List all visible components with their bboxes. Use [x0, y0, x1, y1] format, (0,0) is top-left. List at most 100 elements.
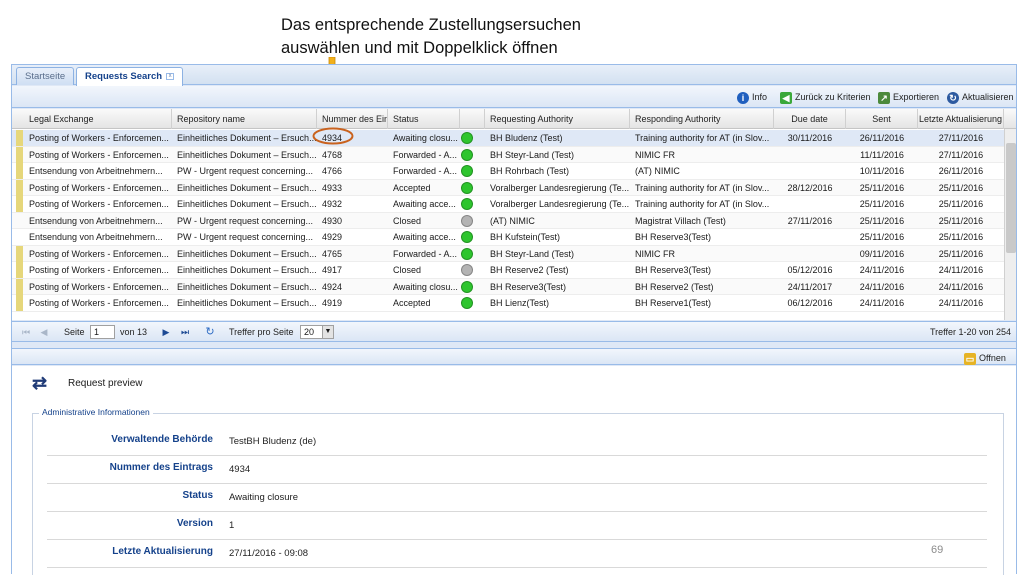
cell-sent: 25/11/2016	[859, 199, 905, 209]
cell-legal-exchange: Posting of Workers - Enforcemen...	[29, 133, 169, 143]
cell-legal-exchange: Entsendung von Arbeitnehmern...	[29, 166, 163, 176]
cell-requesting-authority: BH Reserve2 (Test)	[490, 265, 569, 275]
field-value: 1	[229, 520, 235, 531]
cell-entry-number: 4932	[322, 199, 343, 209]
callout-line-1: Das entsprechende Zustellungsersuchen	[281, 16, 581, 34]
cell-repository-name: Einheitliches Dokument – Ersuch...	[177, 265, 317, 275]
previous-page-icon[interactable]: ◀	[38, 326, 50, 338]
cell-status: Forwarded - A...	[393, 166, 458, 176]
cell-sent: 25/11/2016	[859, 182, 905, 193]
grid-vertical-scrollbar[interactable]	[1004, 129, 1016, 320]
table-row[interactable]: Posting of Workers - Enforcemen... Einhei…	[12, 146, 1004, 163]
exchange-arrows-icon: ⇄	[32, 373, 48, 393]
cell-due-date	[774, 163, 846, 179]
chevron-down-icon[interactable]: ▼	[322, 326, 333, 338]
cell-entry-number: 4768	[322, 149, 343, 160]
table-row[interactable]: Entsendung von Arbeitnehmern... PW - Urge…	[12, 212, 1004, 229]
cell-entry-number: 4929	[322, 232, 343, 242]
cell-sent: 10/11/2016	[859, 166, 905, 176]
first-page-icon[interactable]: ⏮	[20, 326, 32, 338]
back-to-criteria-button[interactable]: ◀ Zurück zu Kriterien	[780, 90, 871, 104]
tab-requests-search[interactable]: Requests Search x	[76, 67, 184, 86]
tab-label: Requests Search	[85, 71, 163, 82]
cell-status: Awaiting closu...	[393, 133, 458, 143]
table-row[interactable]: Posting of Workers - Enforcemen... Einhei…	[12, 196, 1004, 213]
field-value: Awaiting closure	[229, 492, 299, 503]
status-light-icon	[461, 214, 473, 227]
cell-due-date	[774, 246, 846, 262]
table-row[interactable]: Posting of Workers - Enforcemen... Einhei…	[12, 130, 1004, 147]
hits-summary: Treffer 1-20 von 254	[930, 327, 1012, 337]
cell-entry-number: 4919	[322, 298, 343, 308]
column-header-repository-name[interactable]: Repository name	[172, 109, 317, 129]
cell-requesting-authority: BH Lienz(Test)	[490, 298, 550, 308]
open-button[interactable]: ▭ Offnen	[964, 351, 1006, 365]
column-header-responding-authority[interactable]: Responding Authority	[630, 109, 774, 129]
cell-entry-number: 4766	[322, 166, 343, 176]
cell-due-date	[774, 229, 846, 245]
table-row[interactable]: Posting of Workers - Enforcemen... Einhei…	[12, 295, 1004, 312]
cell-legal-exchange: Posting of Workers - Enforcemen...	[29, 248, 169, 259]
table-row[interactable]: Entsendung von Arbeitnehmern... PW - Urge…	[12, 229, 1004, 246]
tab-startseite[interactable]: Startseite	[16, 67, 75, 85]
info-label: Info	[752, 92, 768, 102]
cell-requesting-authority: BH Kufstein(Test)	[490, 232, 561, 242]
row-marker	[16, 262, 23, 278]
export-button[interactable]: ↗ Exportieren	[878, 90, 939, 104]
cell-last-update: 25/11/2016	[938, 248, 984, 259]
refresh-icon: ↻	[947, 91, 959, 104]
status-light-icon	[461, 181, 473, 194]
table-row[interactable]: Posting of Workers - Enforcemen... Einhei…	[12, 262, 1004, 279]
table-row[interactable]: Posting of Workers - Enforcemen... Einhei…	[12, 179, 1004, 196]
row-marker	[16, 146, 23, 163]
cell-requesting-authority: (AT) NIMIC	[490, 215, 535, 226]
cell-entry-number: 4917	[322, 265, 343, 275]
column-header-sent[interactable]: Sent	[846, 109, 918, 129]
back-arrow-icon: ◀	[780, 91, 792, 104]
cell-status: Awaiting closu...	[393, 281, 458, 292]
cell-responding-authority: NIMIC FR	[635, 149, 675, 160]
field-value: 27/11/2016 - 09:08	[229, 548, 309, 559]
cell-responding-authority: NIMIC FR	[635, 248, 675, 259]
field-row-version: Version 1	[47, 512, 987, 540]
export-icon: ↗	[878, 91, 890, 104]
status-light-icon	[461, 148, 473, 161]
cell-last-update: 25/11/2016	[938, 199, 984, 209]
page-number-input[interactable]: 1	[90, 325, 115, 339]
cell-sent: 09/11/2016	[859, 248, 905, 259]
column-header-entry-number[interactable]: Nummer des Eint	[317, 109, 388, 129]
column-header-status[interactable]: Status	[388, 109, 460, 129]
column-header-requesting-authority[interactable]: Requesting Authority	[485, 109, 630, 129]
close-tab-icon[interactable]: x	[166, 72, 175, 80]
column-header-last-update[interactable]: Letzte Aktualisierung	[918, 109, 1004, 129]
section-legend: Administrative Informationen	[39, 407, 153, 417]
cell-repository-name: Einheitliches Dokument – Ersuch...	[177, 281, 317, 292]
cell-status: Accepted	[393, 298, 431, 308]
cell-repository-name: Einheitliches Dokument – Ersuch...	[177, 182, 317, 193]
refresh-grid-icon[interactable]: ↻	[204, 326, 216, 338]
scrollbar-thumb[interactable]	[1006, 143, 1016, 253]
last-page-icon[interactable]: ⏭	[179, 326, 191, 338]
cell-repository-name: Einheitliches Dokument – Ersuch...	[177, 248, 317, 259]
per-page-label: Treffer pro Seite	[229, 327, 294, 337]
field-label: Status	[182, 490, 213, 501]
cell-repository-name: Einheitliches Dokument – Ersuch...	[177, 298, 317, 308]
cell-last-update: 26/11/2016	[938, 166, 984, 176]
table-row[interactable]: Posting of Workers - Enforcemen... Einhei…	[12, 278, 1004, 295]
refresh-button[interactable]: ↻ Aktualisieren	[947, 90, 1014, 104]
next-page-icon[interactable]: ▶	[160, 326, 172, 338]
column-header-legal-exchange[interactable]: Legal Exchange	[12, 109, 172, 129]
table-row[interactable]: Posting of Workers - Enforcemen... Einhei…	[12, 245, 1004, 262]
folder-icon: ▭	[964, 352, 976, 365]
cell-status: Closed	[393, 215, 422, 226]
column-header-indicator[interactable]	[460, 109, 485, 129]
per-page-select[interactable]: 20 ▼	[300, 325, 334, 339]
export-label: Exportieren	[893, 92, 940, 102]
info-button[interactable]: i Info	[737, 90, 767, 104]
cell-status: Forwarded - A...	[393, 149, 458, 160]
table-row[interactable]: Entsendung von Arbeitnehmern... PW - Urge…	[12, 163, 1004, 180]
cell-last-update: 24/11/2016	[938, 265, 984, 275]
column-header-due-date[interactable]: Due date	[774, 109, 846, 129]
instruction-callout: Das entsprechende Zustellungsersuchen au…	[281, 14, 581, 60]
cell-sent: 24/11/2016	[859, 298, 905, 308]
